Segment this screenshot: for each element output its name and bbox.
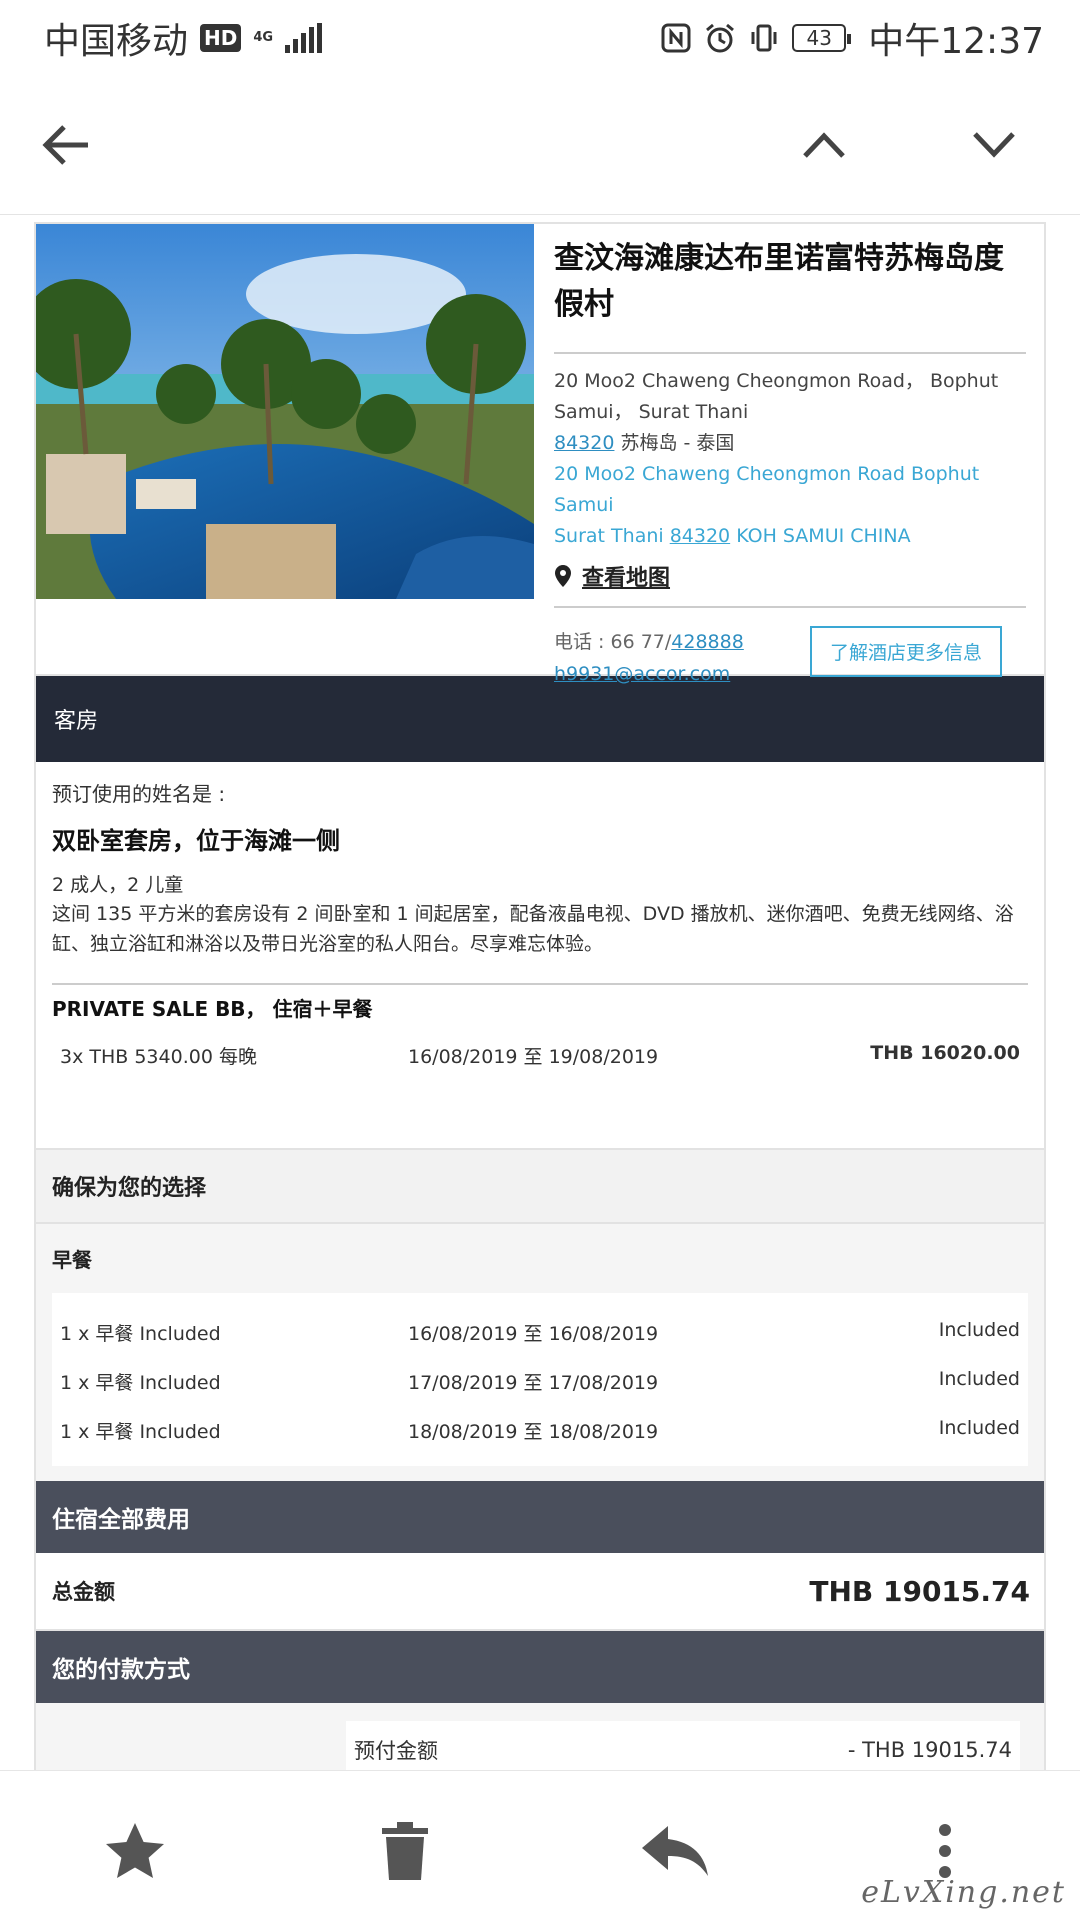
guest-name-label: 预订使用的姓名是 : (52, 782, 226, 806)
room-occupancy: 2 成人，2 儿童 (52, 874, 184, 896)
next-message-button[interactable] (964, 115, 1024, 175)
star-icon (106, 1823, 164, 1878)
total-amount: THB 19015.74 (809, 1574, 1030, 1608)
breakfast-price: Included (938, 1417, 1020, 1439)
list-item: 1 x 早餐 Included 16/08/2019 至 16/08/2019 … (52, 1319, 1028, 1346)
room-description: 这间 135 平方米的套房设有 2 间卧室和 1 间起居室，配备液晶电视、DVD… (52, 899, 1028, 985)
rate-row: 3x THB 5340.00 每晚 16/08/2019 至 19/08/201… (52, 1042, 1028, 1069)
phone-label: 电话 : 66 77/ (554, 631, 672, 653)
postcode-en-link[interactable]: 84320 (670, 525, 730, 547)
total-row: 总金额 THB 19015.74 (36, 1553, 1044, 1631)
hotel-address: 20 Moo2 Chaweng Cheongmon Road， Bophut S… (554, 366, 1026, 459)
breakfast-price: Included (938, 1319, 1020, 1341)
vibrate-icon (751, 24, 777, 51)
view-map-link[interactable]: 查看地图 (582, 560, 670, 592)
hotel-contact: 电话 : 66 77/428888 h9931@accor.com (554, 626, 744, 690)
chevron-up-icon (803, 132, 845, 158)
battery-icon: 43 (792, 23, 852, 52)
breakfast-item: 1 x 早餐 Included (60, 1372, 221, 1394)
hotel-info: 查汶海滩康达布里诺富特苏梅岛度假村 20 Moo2 Chaweng Cheong… (534, 224, 1044, 685)
arrow-left-icon (42, 125, 88, 165)
payment-header: 您的付款方式 (36, 1631, 1044, 1703)
network-type: 4G (253, 30, 274, 45)
postcode-link[interactable]: 84320 (554, 432, 614, 454)
selection-header: 确保为您的选择 (36, 1150, 1044, 1224)
list-item: 1 x 早餐 Included 17/08/2019 至 17/08/2019 … (52, 1368, 1028, 1395)
app-bar (0, 75, 1080, 215)
reply-button[interactable] (635, 1811, 715, 1891)
breakfast-dates: 17/08/2019 至 17/08/2019 (408, 1372, 659, 1394)
status-bar: 中国移动 HD 4G 43 中午12:37 (0, 0, 1080, 75)
delete-button[interactable] (365, 1811, 445, 1891)
breakfast-item: 1 x 早餐 Included (60, 1323, 221, 1345)
email-link[interactable]: h9931@accor.com (554, 663, 730, 685)
breakfast-dates: 18/08/2019 至 18/08/2019 (408, 1421, 659, 1443)
bottom-action-bar: eLvXing.net (0, 1770, 1080, 1920)
total-label: 总金额 (52, 1580, 115, 1604)
hotel-address-en: 20 Moo2 Chaweng Cheongmon Road Bophut Sa… (554, 459, 1026, 552)
hd-badge: HD (200, 23, 242, 52)
map-row[interactable]: 查看地图 (554, 560, 1026, 608)
alarm-icon (706, 23, 735, 52)
hotel-photo (36, 224, 534, 599)
payment-section: 预付金额 - THB 19015.74 (36, 1703, 1044, 1770)
rate-name: PRIVATE SALE BB， 住宿＋早餐 (52, 997, 373, 1021)
reply-icon (642, 1826, 708, 1876)
address-region: 苏梅岛 - 泰国 (614, 432, 735, 454)
breakfast-item: 1 x 早餐 Included (60, 1421, 221, 1443)
hotel-card: 查汶海滩康达布里诺富特苏梅岛度假村 20 Moo2 Chaweng Cheong… (36, 224, 1044, 685)
address-en-city: Surat Thani (554, 525, 670, 547)
star-button[interactable] (95, 1811, 175, 1891)
carrier-name: 中国移动 (44, 20, 189, 62)
address-line: 20 Moo2 Chaweng Cheongmon Road， Bophut S… (554, 370, 999, 423)
watermark: eLvXing.net (861, 1875, 1066, 1910)
email-body: 查汶海滩康达布里诺富特苏梅岛度假村 20 Moo2 Chaweng Cheong… (34, 222, 1046, 1770)
breakfast-section: 早餐 1 x 早餐 Included 16/08/2019 至 16/08/20… (36, 1224, 1044, 1481)
breakfast-dates: 16/08/2019 至 16/08/2019 (408, 1323, 659, 1345)
phone-link[interactable]: 428888 (671, 631, 744, 653)
list-item: 1 x 早餐 Included 18/08/2019 至 18/08/2019 … (52, 1417, 1028, 1444)
rate-nights: 3x THB 5340.00 每晚 (60, 1046, 257, 1068)
prepay-row: 预付金额 - THB 19015.74 (346, 1721, 1020, 1770)
address-en-line: 20 Moo2 Chaweng Cheongmon Road Bophut Sa… (554, 463, 980, 516)
costs-header: 住宿全部费用 (36, 1481, 1044, 1553)
address-en-country: KOH SAMUI CHINA (730, 525, 911, 547)
prepay-amount: - THB 19015.74 (847, 1738, 1012, 1762)
room-name: 双卧室套房，位于海滩一侧 (52, 827, 340, 855)
clock: 中午12:37 (868, 20, 1044, 62)
hotel-name: 查汶海滩康达布里诺富特苏梅岛度假村 (554, 236, 1026, 354)
breakfast-price: Included (938, 1368, 1020, 1390)
back-button[interactable] (36, 115, 96, 175)
rate-dates: 16/08/2019 至 19/08/2019 (408, 1046, 659, 1068)
prepay-label: 预付金额 (354, 1739, 438, 1763)
breakfast-list: 1 x 早餐 Included 16/08/2019 至 16/08/2019 … (52, 1293, 1028, 1466)
trash-icon (382, 1822, 428, 1880)
signal-icon (285, 22, 323, 53)
more-vertical-icon (939, 1824, 951, 1878)
nfc-icon (661, 23, 691, 52)
room-details: 预订使用的姓名是 : 双卧室套房，位于海滩一侧 2 成人，2 儿童 这间 135… (36, 762, 1044, 1150)
rate-amount: THB 16020.00 (870, 1042, 1020, 1064)
hotel-more-info-button[interactable]: 了解酒店更多信息 (809, 626, 1002, 677)
chevron-down-icon (973, 132, 1015, 158)
previous-message-button[interactable] (794, 115, 854, 175)
breakfast-title: 早餐 (52, 1248, 92, 1272)
location-pin-icon (555, 565, 571, 587)
